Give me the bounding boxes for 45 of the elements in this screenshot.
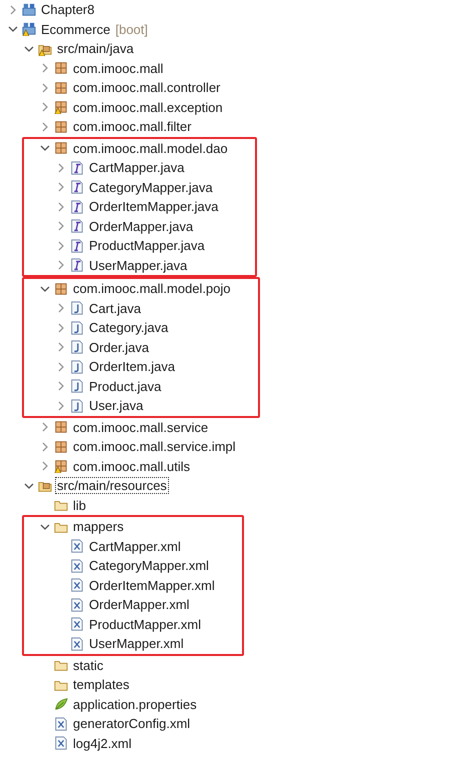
tree-item[interactable]: Ecommerce	[40, 22, 112, 37]
tree-item[interactable]: Chapter8	[40, 2, 96, 18]
tree-item[interactable]: com.imooc.mall.exception	[72, 100, 224, 115]
tree-item[interactable]: application.properties	[72, 696, 198, 712]
chevron-icon[interactable]	[8, 24, 18, 34]
tree-item[interactable]: User.java	[88, 398, 144, 414]
chevron-icon[interactable]	[40, 143, 50, 154]
tree-item[interactable]: log4j2.xml	[72, 736, 133, 751]
tree-item[interactable]: OrderMapper.xml	[88, 597, 190, 612]
tree-item[interactable]: com.imooc.mall.model.dao	[72, 140, 229, 156]
tree-item[interactable]: Order.java	[88, 340, 150, 355]
tree-item[interactable]: mappers	[72, 519, 125, 534]
tree-item[interactable]: src/main/java	[56, 41, 135, 56]
tree-item[interactable]: CategoryMapper.java	[88, 180, 214, 195]
tree-item[interactable]: templates	[72, 677, 130, 692]
tree-item[interactable]: OrderItemMapper.xml	[88, 578, 216, 593]
chevron-icon[interactable]	[24, 44, 34, 54]
tree-item[interactable]: com.imooc.mall.controller	[72, 80, 222, 96]
tree-item[interactable]: OrderItemMapper.java	[88, 199, 220, 214]
tree-item[interactable]: ProductMapper.java	[88, 238, 206, 254]
tree-item[interactable]: com.imooc.mall.model.pojo	[72, 281, 232, 296]
tree-item[interactable]: com.imooc.mall.service	[72, 420, 210, 435]
tree-item[interactable]: OrderItem.java	[88, 359, 176, 374]
tree-item[interactable]: static	[72, 658, 104, 673]
tree-item[interactable]: src/main/resources	[56, 478, 168, 494]
tree-item[interactable]: Category.java	[88, 320, 170, 336]
tree-item[interactable]: ProductMapper.xml	[88, 616, 202, 632]
tree-item[interactable]: com.imooc.mall	[72, 60, 164, 76]
chevron-icon[interactable]	[40, 522, 50, 532]
tree-item[interactable]: CartMapper.java	[88, 160, 186, 176]
project-decoration: [boot]	[115, 22, 148, 37]
chevron-icon[interactable]	[40, 284, 50, 294]
tree-item[interactable]: UserMapper.java	[88, 258, 188, 273]
tree-item[interactable]: lib	[72, 498, 88, 513]
tree-item[interactable]: CartMapper.xml	[88, 538, 182, 554]
tree-item[interactable]: com.imooc.mall.filter	[72, 119, 192, 134]
tree-item[interactable]: com.imooc.mall.utils	[72, 458, 192, 474]
chevron-icon[interactable]	[24, 480, 34, 491]
tree-item[interactable]: UserMapper.xml	[88, 636, 185, 652]
tree-item[interactable]: generatorConfig.xml	[72, 716, 192, 732]
tree-item[interactable]: com.imooc.mall.service.impl	[72, 439, 237, 454]
tree-item[interactable]: Product.java	[88, 378, 162, 394]
tree-item[interactable]: Cart.java	[88, 300, 142, 316]
tree-item[interactable]: OrderMapper.java	[88, 218, 194, 234]
tree-item[interactable]: CategoryMapper.xml	[88, 558, 210, 574]
